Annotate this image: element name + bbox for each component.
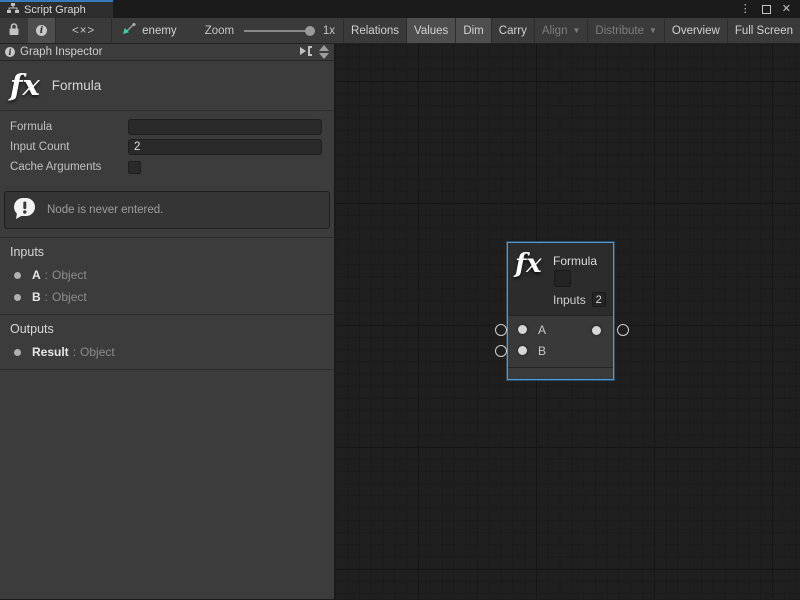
- warning-text: Node is never entered.: [47, 204, 163, 216]
- relations-button[interactable]: Relations: [344, 18, 407, 43]
- window-controls: ⋮ ✕: [740, 0, 800, 18]
- port-bullet-icon: [14, 272, 21, 279]
- lock-button[interactable]: [0, 18, 28, 43]
- zoom-label: Zoom: [187, 18, 240, 43]
- maximize-icon[interactable]: [762, 5, 771, 14]
- unit-fields: Formula Input Count Cache Arguments: [0, 111, 334, 185]
- graph-pointer-icon: [122, 23, 136, 38]
- external-input-port-b-icon[interactable]: [495, 345, 507, 357]
- inspector-toggle-button[interactable]: i: [28, 18, 56, 43]
- inspector-title: Graph Inspector: [20, 46, 294, 58]
- chevron-down-icon: ▼: [649, 26, 657, 35]
- lock-icon: [8, 23, 20, 39]
- external-output-port-icon[interactable]: [617, 324, 629, 336]
- port-bullet-icon: [14, 349, 21, 356]
- edit-source-button[interactable]: <×>: [56, 18, 112, 43]
- full-screen-button[interactable]: Full Screen: [728, 18, 800, 43]
- input-count-label: Input Count: [10, 141, 128, 153]
- formula-node-header[interactable]: fx Formula Inputs 2: [508, 243, 613, 316]
- list-item: B : Object: [0, 286, 334, 308]
- tab-bar: Script Graph ⋮ ✕: [0, 0, 800, 18]
- list-item: Result : Object: [0, 341, 334, 363]
- info-icon: i: [5, 47, 15, 57]
- unit-header: fx Formula: [0, 61, 334, 111]
- inputs-section: Inputs A : Object B : Object: [0, 237, 334, 314]
- close-icon[interactable]: ✕: [782, 4, 791, 15]
- values-button[interactable]: Values: [407, 18, 456, 43]
- graph-hierarchy-icon: [7, 3, 19, 17]
- align-dropdown[interactable]: Align ▼: [535, 18, 589, 43]
- graph-toolbar: i <×> enemy Zoom 1x Relations Values: [0, 18, 800, 44]
- distribute-dropdown[interactable]: Distribute ▼: [588, 18, 665, 43]
- list-item: A : Object: [0, 264, 334, 286]
- zoom-slider[interactable]: [244, 18, 315, 43]
- carry-button[interactable]: Carry: [492, 18, 535, 43]
- tab-label: Script Graph: [24, 4, 86, 16]
- outputs-header: Outputs: [0, 315, 334, 341]
- warning-bubble-icon: [13, 197, 37, 223]
- output-port-icon[interactable]: [592, 326, 601, 335]
- input-port-icon[interactable]: [518, 325, 527, 334]
- cache-arguments-label: Cache Arguments: [10, 161, 128, 173]
- formula-node-footer: [508, 368, 613, 377]
- formula-node[interactable]: fx Formula Inputs 2 A B: [507, 242, 614, 380]
- panel-scroll-spinner: [317, 44, 331, 60]
- scroll-down-icon[interactable]: [319, 53, 329, 59]
- port-bullet-icon: [14, 294, 21, 301]
- graph-inspector-panel: i Graph Inspector fx Formula: [0, 44, 335, 599]
- tab-script-graph[interactable]: Script Graph: [0, 0, 113, 18]
- outputs-section: Outputs Result : Object: [0, 314, 334, 370]
- script-graph-window: Script Graph ⋮ ✕ i <×>: [0, 0, 800, 600]
- zoom-slider-thumb[interactable]: [305, 26, 315, 36]
- formula-field-label: Formula: [10, 121, 128, 133]
- node-inputs-label: Inputs: [553, 293, 586, 307]
- formula-node-title: Formula: [553, 254, 597, 268]
- warning-box: Node is never entered.: [4, 191, 330, 229]
- node-inputs-count[interactable]: 2: [592, 292, 606, 307]
- input-count-row: Input Count: [10, 139, 322, 155]
- info-icon: i: [36, 25, 47, 36]
- zoom-value: 1x: [319, 18, 344, 43]
- graph-canvas[interactable]: fx Formula Inputs 2 A B: [335, 44, 800, 599]
- dock-panel-icon[interactable]: [299, 46, 312, 59]
- breadcrumb-label: enemy: [142, 25, 177, 37]
- formula-node-body: A B: [508, 316, 613, 368]
- formula-field-row: Formula: [10, 119, 322, 135]
- formula-fx-icon: fx: [10, 71, 40, 100]
- node-input-port-b[interactable]: B: [508, 340, 613, 361]
- unit-title: Formula: [52, 78, 102, 93]
- dim-button[interactable]: Dim: [456, 18, 491, 43]
- input-port-icon[interactable]: [518, 346, 527, 355]
- scroll-up-icon[interactable]: [319, 45, 329, 51]
- breadcrumb[interactable]: enemy: [112, 18, 187, 43]
- external-input-port-a-icon[interactable]: [495, 324, 507, 336]
- input-count-input[interactable]: [128, 139, 322, 155]
- code-icon: <×>: [72, 25, 95, 37]
- formula-fx-icon: fx: [515, 251, 542, 277]
- overview-button[interactable]: Overview: [665, 18, 728, 43]
- cache-arguments-row: Cache Arguments: [10, 159, 322, 175]
- formula-input[interactable]: [128, 119, 322, 135]
- window-menu-icon[interactable]: ⋮: [740, 4, 751, 15]
- chevron-down-icon: ▼: [572, 26, 580, 35]
- inputs-header: Inputs: [0, 238, 334, 264]
- cache-arguments-checkbox[interactable]: [128, 161, 141, 174]
- node-formula-input[interactable]: [554, 270, 571, 287]
